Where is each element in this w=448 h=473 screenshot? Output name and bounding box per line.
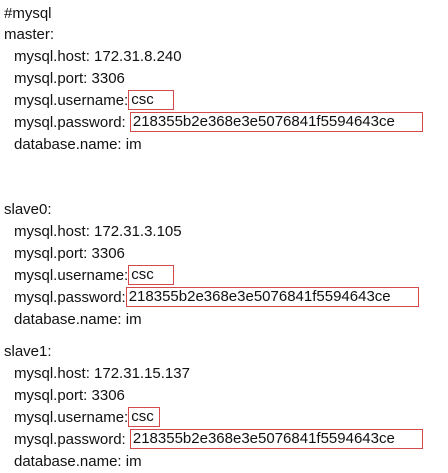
port-label: mysql.port: (14, 245, 88, 262)
port-label: mysql.port: (14, 387, 88, 404)
database-line: database.name: im (14, 451, 142, 473)
port-line: mysql.port: 3306 (14, 68, 125, 90)
database-line: database.name: im (14, 134, 142, 156)
database-label: database.name: (14, 453, 122, 470)
database-value: im (125, 311, 142, 328)
database-line: database.name: im (14, 309, 142, 331)
username-line: mysql.username: csc (14, 265, 175, 287)
username-highlight-box: csc (128, 407, 161, 428)
password-label: mysql.password: (14, 289, 126, 306)
database-value: im (125, 453, 142, 470)
username-line: mysql.username: csc (14, 407, 161, 429)
section-header-slave1: slave1: (4, 343, 52, 360)
host-value: 172.31.3.105 (94, 223, 182, 240)
section-header-slave0: slave0: (4, 201, 52, 218)
password-highlight-box: 218355b2e368e3e5076841f5594643ce (129, 112, 423, 133)
section-header-master: master: (4, 26, 55, 43)
password-highlight-box: 218355b2e368e3e5076841f5594643ce (125, 287, 419, 308)
comment-line: #mysql (4, 5, 52, 22)
host-value: 172.31.15.137 (94, 365, 190, 382)
host-value: 172.31.8.240 (94, 48, 182, 65)
host-label: mysql.host: (14, 223, 90, 240)
password-line: mysql.password: 218355b2e368e3e5076841f5… (14, 429, 423, 451)
port-value: 3306 (91, 387, 125, 404)
password-line: mysql.password: 218355b2e368e3e5076841f5… (14, 112, 423, 134)
password-line: mysql.password: 218355b2e368e3e5076841f55… (14, 287, 419, 309)
database-label: database.name: (14, 311, 122, 328)
port-label: mysql.port: (14, 70, 88, 87)
host-line: mysql.host: 172.31.8.240 (14, 46, 182, 68)
host-line: mysql.host: 172.31.3.105 (14, 221, 182, 243)
username-label: mysql.username: (14, 267, 129, 284)
username-label: mysql.username: (14, 92, 129, 109)
username-line: mysql.username: csc (14, 90, 175, 112)
password-label: mysql.password: (14, 114, 126, 131)
database-label: database.name: (14, 136, 122, 153)
config-document: #mysql master: mysql.host: 172.31.8.240 … (0, 0, 448, 472)
port-value: 3306 (91, 70, 125, 87)
host-line: mysql.host: 172.31.15.137 (14, 363, 190, 385)
username-highlight-box: csc (128, 90, 175, 111)
host-label: mysql.host: (14, 48, 90, 65)
password-label: mysql.password: (14, 431, 126, 448)
host-label: mysql.host: (14, 365, 90, 382)
port-line: mysql.port: 3306 (14, 243, 125, 265)
port-line: mysql.port: 3306 (14, 385, 125, 407)
password-highlight-box: 218355b2e368e3e5076841f5594643ce (129, 429, 423, 450)
database-value: im (125, 136, 142, 153)
username-label: mysql.username: (14, 409, 129, 426)
username-highlight-box: csc (128, 265, 175, 286)
port-value: 3306 (91, 245, 125, 262)
